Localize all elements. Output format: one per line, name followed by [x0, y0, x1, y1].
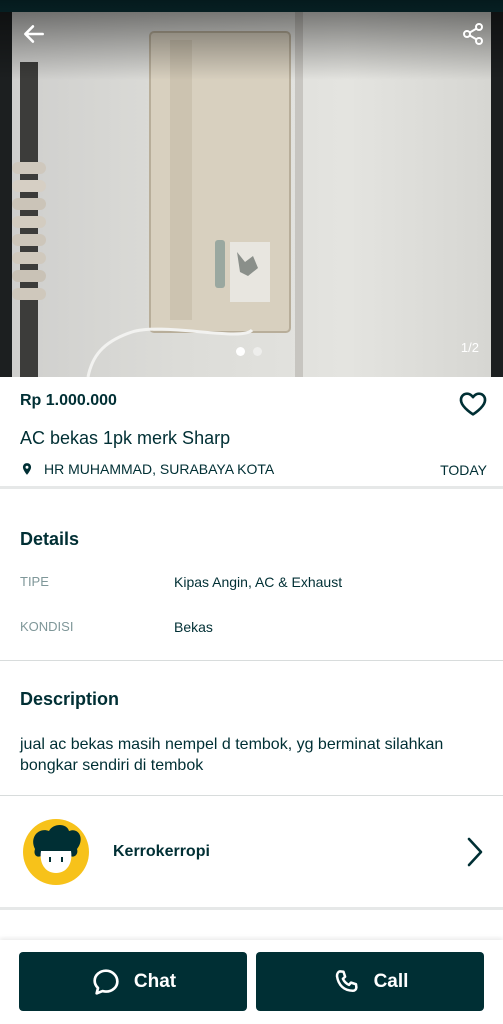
seller-profile-row[interactable]: Kerrokerropi: [0, 797, 503, 910]
call-button-label: Call: [373, 970, 409, 992]
listing-summary: Rp 1.000.000 AC bekas 1pk merk Sharp HR …: [0, 377, 503, 489]
detail-value-kondisi: Bekas: [174, 619, 213, 635]
description-heading: Description: [20, 689, 120, 709]
bottom-action-bar: Chat Call: [0, 940, 503, 1024]
avatar: [23, 819, 89, 885]
photo-top-shade: [0, 0, 503, 80]
chat-button-label: Chat: [133, 970, 177, 992]
description-text: jual ac bekas masih nempel d tembok, yg …: [20, 736, 444, 774]
detail-value-tipe: Kipas Angin, AC & Exhaust: [174, 574, 343, 590]
gallery-counter: 1/2: [460, 340, 479, 355]
detail-label-kondisi: KONDISI: [20, 619, 74, 634]
seller-chevron: [461, 835, 487, 874]
gallery-dot[interactable]: [253, 347, 262, 356]
listing-title: AC bekas 1pk merk Sharp: [20, 428, 231, 448]
detail-label-tipe: TIPE: [20, 574, 49, 589]
chat-bubble-icon: [93, 968, 119, 995]
listing-location: HR MUHAMMAD, SURABAYA KOTA: [20, 461, 274, 477]
description-section: Description jual ac bekas masih nempel d…: [0, 662, 503, 796]
details-heading: Details: [20, 529, 80, 549]
listing-price: Rp 1.000.000: [20, 392, 117, 409]
listing-date: TODAY: [440, 462, 487, 478]
phone-icon: [335, 969, 358, 992]
details-section: Details TIPE Kipas Angin, AC & Exhaust K…: [0, 492, 503, 661]
gallery-dot-active[interactable]: [236, 347, 245, 356]
chevron-right-icon: [467, 837, 483, 867]
heart-icon: [459, 392, 487, 416]
location-pin-icon: [22, 463, 32, 475]
back-button[interactable]: [12, 12, 56, 56]
call-button[interactable]: Call: [256, 952, 484, 1011]
listing-photo-gallery[interactable]: 1/2: [0, 0, 503, 377]
location-text: HR MUHAMMAD, SURABAYA KOTA: [44, 461, 275, 477]
share-icon: [463, 23, 483, 45]
chat-button[interactable]: Chat: [19, 952, 247, 1011]
seller-name: Kerrokerropi: [113, 843, 210, 860]
share-button[interactable]: [451, 12, 495, 56]
gallery-pagination-dots: [236, 347, 262, 356]
favorite-button[interactable]: [457, 387, 489, 419]
arrow-left-icon: [24, 25, 44, 43]
